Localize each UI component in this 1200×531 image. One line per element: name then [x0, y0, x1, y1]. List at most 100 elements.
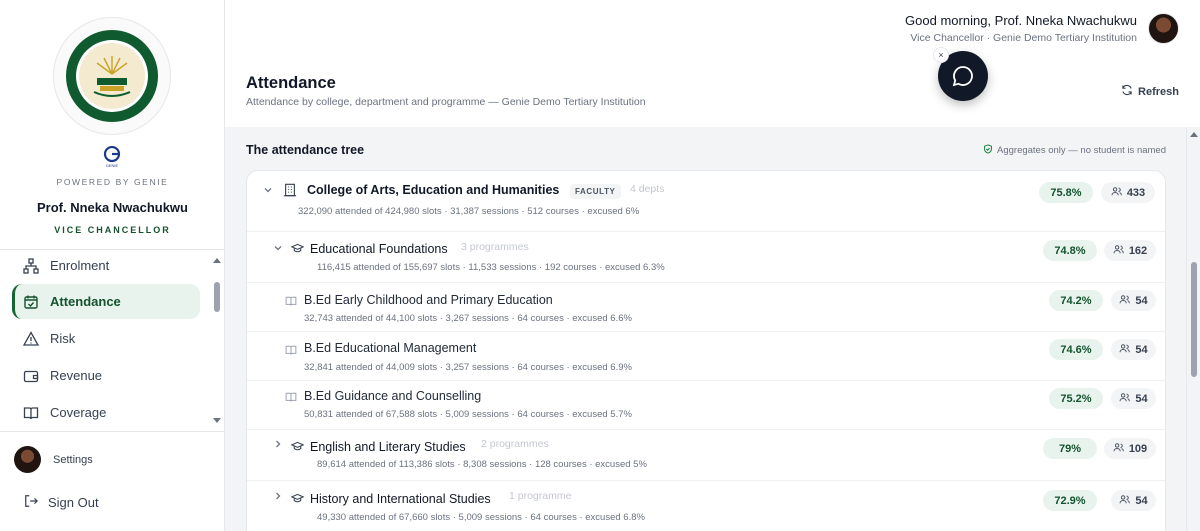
scroll-up-arrow[interactable] — [1190, 132, 1198, 137]
tree-row-department[interactable]: English and Literary Studies 2 programme… — [247, 430, 1165, 481]
chat-close-button[interactable]: × — [933, 47, 949, 63]
attendance-percent-badge: 72.9% — [1043, 490, 1097, 511]
sidebar-item-enrolment[interactable]: Enrolment — [12, 250, 200, 283]
tree-row-meta: 50,831 attended of 67,588 slots · 5,009 … — [304, 409, 632, 420]
settings-link[interactable]: Settings — [14, 446, 93, 473]
tree-row-name: B.Ed Educational Management — [304, 341, 477, 355]
refresh-button[interactable]: Refresh — [1121, 84, 1179, 99]
tree-row-name: B.Ed Guidance and Counselling — [304, 389, 482, 403]
logout-icon — [24, 494, 38, 511]
attendance-percent-badge: 75.8% — [1039, 182, 1093, 203]
people-count: 162 — [1128, 244, 1148, 257]
attendance-percent-badge: 75.2% — [1049, 388, 1103, 409]
tree-row-count: 4 depts — [630, 183, 665, 195]
book-open-icon — [285, 392, 297, 402]
tree-row-department[interactable]: History and International Studies 1 prog… — [247, 481, 1165, 531]
attendance-content: The attendance tree Aggregates only — no… — [225, 127, 1186, 531]
wallet-icon — [23, 368, 39, 384]
greeting-text: Good morning, Prof. Nneka Nwachukwu — [905, 13, 1137, 28]
sidebar-item-attendance[interactable]: Attendance — [12, 284, 200, 319]
institution-logo — [53, 17, 171, 135]
tree-row-count: 1 programme — [509, 490, 572, 502]
users-icon — [1119, 294, 1131, 308]
tree-row-count: 3 programmes — [461, 241, 529, 253]
main-area: Good morning, Prof. Nneka Nwachukwu Vice… — [225, 0, 1200, 531]
refresh-label: Refresh — [1138, 85, 1179, 98]
tree-row-programme[interactable]: B.Ed Educational Management 32,841 atten… — [247, 332, 1165, 381]
attendance-percent-badge: 74.2% — [1049, 290, 1103, 311]
attendance-percent-badge: 74.6% — [1049, 339, 1103, 360]
users-icon — [1113, 244, 1124, 258]
sidebar-item-label: Coverage — [50, 405, 107, 420]
tree-row-meta: 89,614 attended of 113,386 slots · 8,308… — [317, 459, 647, 470]
chevron-down-icon[interactable] — [263, 185, 273, 195]
sidebar-scrollbar[interactable] — [211, 249, 225, 429]
users-icon — [1119, 392, 1131, 406]
users-icon — [1119, 343, 1131, 357]
people-count: 433 — [1126, 186, 1146, 199]
chevron-down-icon[interactable] — [273, 243, 283, 253]
attendance-tree: College of Arts, Education and Humanitie… — [246, 170, 1166, 531]
avatar[interactable] — [1148, 13, 1179, 44]
privacy-note-text: Aggregates only — no student is named — [997, 145, 1166, 156]
tree-row-programme[interactable]: B.Ed Early Childhood and Primary Educati… — [247, 283, 1165, 332]
institution-seal-icon — [66, 30, 158, 122]
scrollbar-thumb[interactable] — [1191, 262, 1197, 377]
people-count-badge: 54 — [1111, 388, 1156, 409]
book-open-icon — [23, 405, 39, 421]
powered-by-label: POWERED BY GENIE — [56, 177, 169, 187]
people-count: 54 — [1135, 343, 1148, 356]
page-title: Attendance — [246, 74, 336, 92]
page-subtitle: Attendance by college, department and pr… — [246, 96, 646, 108]
privacy-note: Aggregates only — no student is named — [983, 144, 1166, 157]
sidebar-user-name: Prof. Nneka Nwachukwu — [37, 200, 188, 215]
hierarchy-icon — [23, 257, 39, 274]
book-open-icon — [285, 296, 297, 306]
sign-out-label: Sign Out — [48, 495, 99, 510]
genie-logo-text: GENIE — [106, 163, 119, 168]
people-count-badge: 109 — [1104, 438, 1156, 459]
sidebar-user-role: VICE CHANCELLOR — [54, 225, 171, 235]
people-count: 109 — [1128, 442, 1148, 455]
sidebar-item-revenue[interactable]: Revenue — [12, 358, 200, 393]
sidebar-item-label: Enrolment — [50, 258, 110, 273]
tree-title: The attendance tree — [246, 143, 365, 157]
scroll-down-arrow[interactable] — [213, 418, 221, 423]
tree-row-name: History and International Studies — [310, 492, 491, 506]
tree-row-meta: 116,415 attended of 155,697 slots · 11,5… — [317, 262, 665, 273]
people-count-badge: 433 — [1101, 182, 1155, 203]
users-icon — [1111, 186, 1122, 200]
main-scrollbar[interactable] — [1186, 127, 1200, 531]
tree-row-name: B.Ed Early Childhood and Primary Educati… — [304, 293, 553, 307]
tree-row-meta: 32,841 attended of 44,009 slots · 3,257 … — [304, 362, 632, 373]
attendance-percent-badge: 79% — [1043, 438, 1097, 459]
users-icon — [1119, 494, 1131, 508]
avatar — [14, 446, 41, 473]
book-open-icon — [285, 345, 297, 355]
people-count: 54 — [1135, 392, 1148, 405]
tree-row-meta: 322,090 attended of 424,980 slots · 31,3… — [298, 206, 640, 217]
sign-out-button[interactable]: Sign Out — [24, 494, 99, 511]
tree-row-department[interactable]: Educational Foundations 3 programmes 116… — [247, 232, 1165, 283]
sidebar-item-label: Attendance — [50, 294, 121, 309]
tree-row-faculty[interactable]: College of Arts, Education and Humanitie… — [247, 171, 1165, 232]
people-count-badge: 54 — [1111, 290, 1156, 311]
people-count-badge: 54 — [1111, 490, 1156, 511]
sidebar-item-risk[interactable]: Risk — [12, 321, 200, 356]
scrollbar-thumb[interactable] — [214, 282, 220, 312]
people-count-badge: 162 — [1104, 240, 1156, 261]
faculty-tag: FACULTY — [570, 184, 621, 199]
users-icon — [1113, 442, 1124, 456]
sidebar-item-coverage[interactable]: Coverage — [12, 395, 200, 429]
tree-row-programme[interactable]: B.Ed Guidance and Counselling 50,831 att… — [247, 381, 1165, 430]
greeting-subtitle: Vice Chancellor · Genie Demo Tertiary In… — [910, 32, 1137, 44]
scroll-up-arrow[interactable] — [213, 258, 221, 263]
graduation-cap-icon — [291, 243, 304, 253]
tree-row-name: College of Arts, Education and Humanitie… — [307, 183, 560, 197]
chevron-right-icon[interactable] — [273, 439, 283, 449]
tree-row-name: Educational Foundations — [310, 242, 448, 256]
people-count-badge: 54 — [1111, 339, 1156, 360]
graduation-cap-icon — [291, 493, 304, 503]
sidebar-item-label: Risk — [50, 331, 76, 346]
chevron-right-icon[interactable] — [273, 491, 283, 501]
